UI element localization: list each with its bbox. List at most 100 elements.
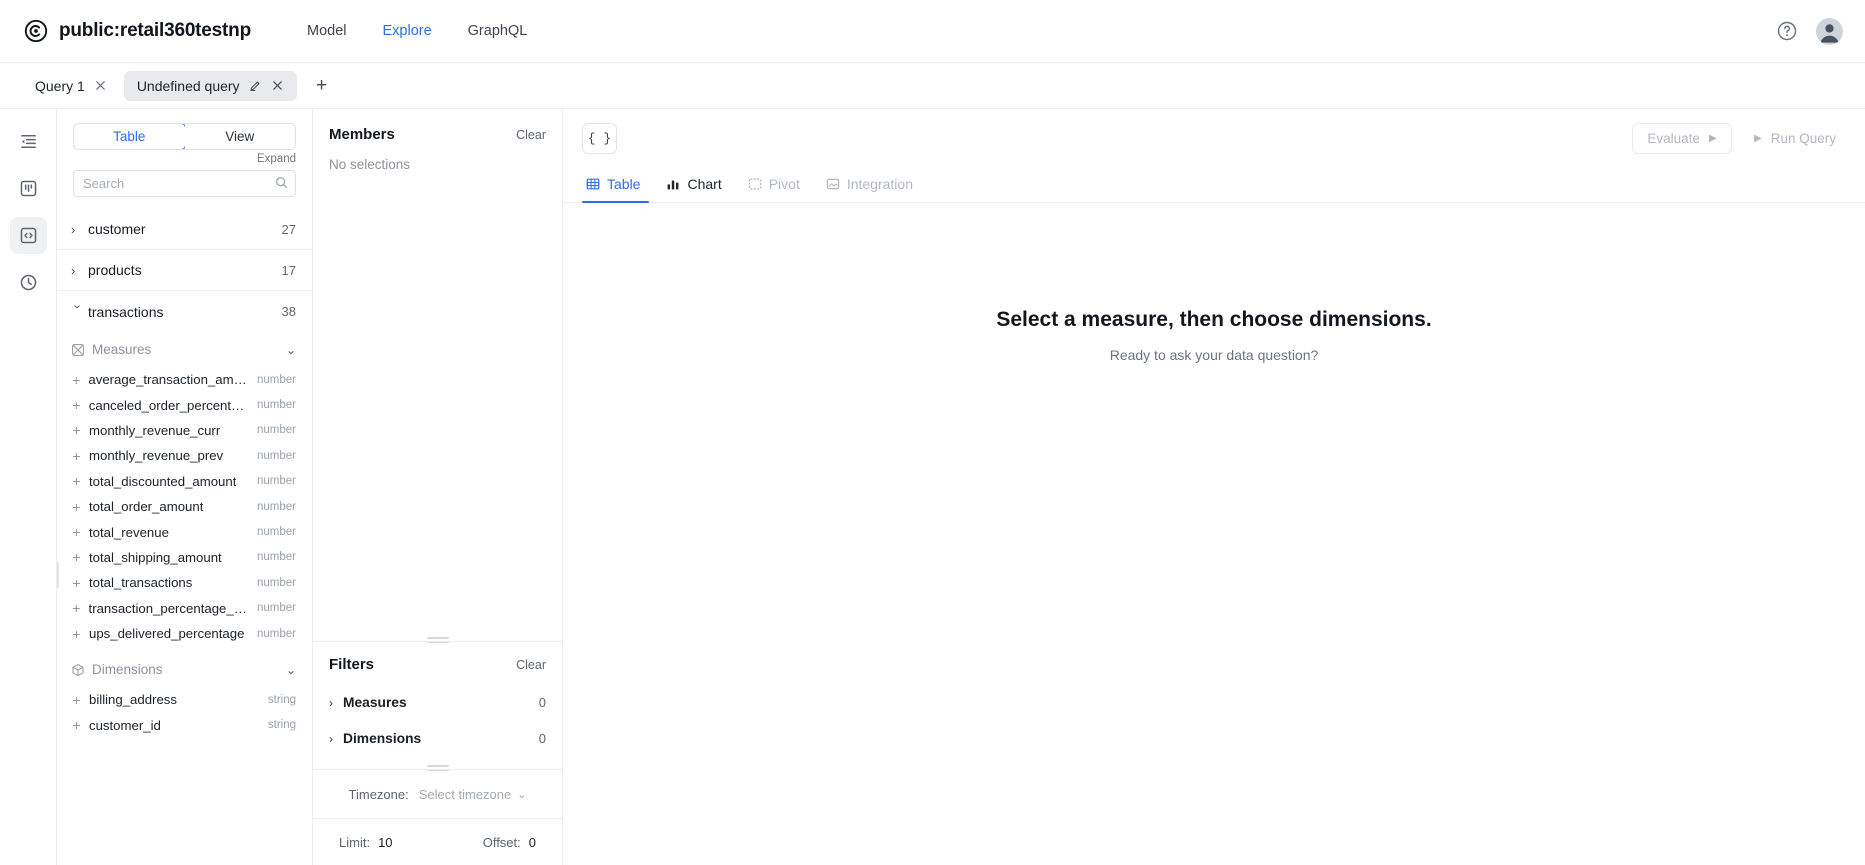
cube-name: transactions [88,303,164,320]
plus-icon: + [72,574,81,591]
measure-type: number [257,500,296,513]
query-tab-1[interactable]: Query 1 [22,71,120,101]
panel-resize-handle[interactable] [57,562,59,588]
cube-row-customer[interactable]: › customer 27 [57,209,312,250]
measure-row[interactable]: + monthly_revenue_prev number [57,443,312,468]
offset-value[interactable]: 0 [529,835,536,850]
cube-row-products[interactable]: › products 17 [57,250,312,291]
nav-item-explore[interactable]: Explore [364,17,449,45]
filter-group-dimensions[interactable]: › Dimensions 0 [313,722,562,755]
schema-mode-toggle: Table View [73,123,296,150]
empty-state-title: Select a measure, then choose dimensions… [996,308,1432,331]
measure-name: ups_delivered_percentage [89,626,245,642]
filter-group-measures[interactable]: › Measures 0 [313,686,562,719]
cube-name: products [88,262,142,278]
rail-item-board[interactable] [10,170,47,207]
plus-icon: + [72,447,81,464]
plus-icon: + [72,625,81,642]
workspace-title: public:retail360testnp [59,20,251,41]
rail-item-history[interactable] [10,264,47,301]
measure-row[interactable]: + total_discounted_amount number [57,469,312,494]
measures-icon [71,343,85,357]
filter-group-count: 0 [538,695,546,710]
chevron-down-icon[interactable]: ⌄ [286,663,296,677]
workspace: Table View Expand › custome [0,109,1865,865]
search-input[interactable] [73,170,296,197]
brand[interactable]: public:retail360testnp [24,19,251,43]
top-nav: Model Explore GraphQL [289,17,545,45]
tab-label: Integration [846,176,913,192]
expand-all-link[interactable]: Expand [257,153,296,165]
close-icon[interactable] [271,79,284,92]
schema-mode-table[interactable]: Table [74,124,186,149]
history-clock-icon [19,273,38,292]
nav-item-model[interactable]: Model [289,17,365,45]
icon-rail [0,109,57,865]
tab-chart[interactable]: Chart [653,176,734,202]
members-resize-handle[interactable] [313,632,562,641]
chevron-down-icon: › [70,304,86,309]
members-empty-text: No selections [329,157,411,172]
json-view-button[interactable]: { } [582,123,617,154]
dimension-row[interactable]: + billing_address string [57,687,312,712]
measure-type: number [257,627,296,640]
chevron-right-icon: › [329,695,333,710]
measure-row[interactable]: + total_order_amount number [57,494,312,519]
play-icon: ▶ [1708,132,1717,144]
cube-row-transactions[interactable]: › transactions 38 [57,291,312,332]
evaluate-button[interactable]: Evaluate ▶ [1632,123,1733,154]
measure-type: number [257,526,296,539]
close-icon[interactable] [94,79,107,92]
user-avatar-icon[interactable] [1816,17,1843,45]
chevron-down-icon[interactable]: ⌄ [286,343,296,357]
measure-row[interactable]: + total_shipping_amount number [57,545,312,570]
dimension-row[interactable]: + customer_id string [57,713,312,738]
run-query-button[interactable]: ▶ Run Query [1744,123,1846,154]
members-section: Members Clear No selections [313,109,562,632]
group-row-measures[interactable]: Measures ⌄ [57,332,312,367]
schema-mode-view[interactable]: View [184,124,295,149]
chevron-right-icon: › [71,221,76,237]
dimension-type: string [267,693,296,706]
query-tab-label: Query 1 [35,77,85,94]
measure-row[interactable]: + total_transactions number [57,570,312,595]
plus-icon: + [72,498,81,515]
tab-table[interactable]: Table [582,176,653,203]
empty-state-subtitle: Ready to ask your data question? [1109,347,1319,363]
nav-item-graphql[interactable]: GraphQL [450,17,546,45]
dimension-name: customer_id [89,717,161,733]
timezone-value: Select timezone [418,786,512,802]
measure-name: canceled_order_percentage [88,397,250,413]
filters-title: Filters [329,656,375,673]
result-canvas: Select a measure, then choose dimensions… [563,203,1865,865]
measure-row[interactable]: + monthly_revenue_curr number [57,418,312,443]
measure-row[interactable]: + canceled_order_percentage number [57,392,312,417]
main-toolbar-actions: Evaluate ▶ ▶ Run Query [1632,123,1846,154]
measure-name: total_revenue [89,524,169,540]
filter-group-label: Dimensions [343,731,422,746]
add-query-tab-button[interactable]: + [308,72,336,100]
measure-row[interactable]: + transaction_percentage_wi... number [57,596,312,621]
edit-pencil-icon[interactable] [249,79,262,92]
cube-member-count: 38 [281,304,296,319]
schema-tree: › customer 27 › products 17 › transactio… [57,197,312,865]
measure-row[interactable]: + ups_delivered_percentage number [57,621,312,646]
integration-icon [826,177,840,191]
rail-item-code[interactable] [9,217,47,254]
rail-item-collapse-sidebar[interactable] [10,123,47,160]
measure-row[interactable]: + average_transaction_amount number [57,367,312,392]
group-row-dimensions[interactable]: Dimensions ⌄ [57,652,312,687]
filters-resize-handle[interactable] [313,755,562,769]
measure-row[interactable]: + total_revenue number [57,519,312,544]
limit-value[interactable]: 10 [378,835,392,850]
tab-pivot[interactable]: Pivot [735,176,813,202]
query-tab-2[interactable]: Undefined query [123,70,297,101]
filters-clear-button[interactable]: Clear [516,658,546,672]
timezone-select[interactable]: Select timezone ⌄ [419,787,527,802]
members-clear-button[interactable]: Clear [516,128,546,142]
tab-integration[interactable]: Integration [813,176,926,202]
app-root: public:retail360testnp Model Explore Gra… [0,0,1865,865]
help-circle-icon[interactable] [1776,20,1798,42]
cube-name: customer [88,221,146,237]
evaluate-label: Evaluate [1647,131,1700,146]
